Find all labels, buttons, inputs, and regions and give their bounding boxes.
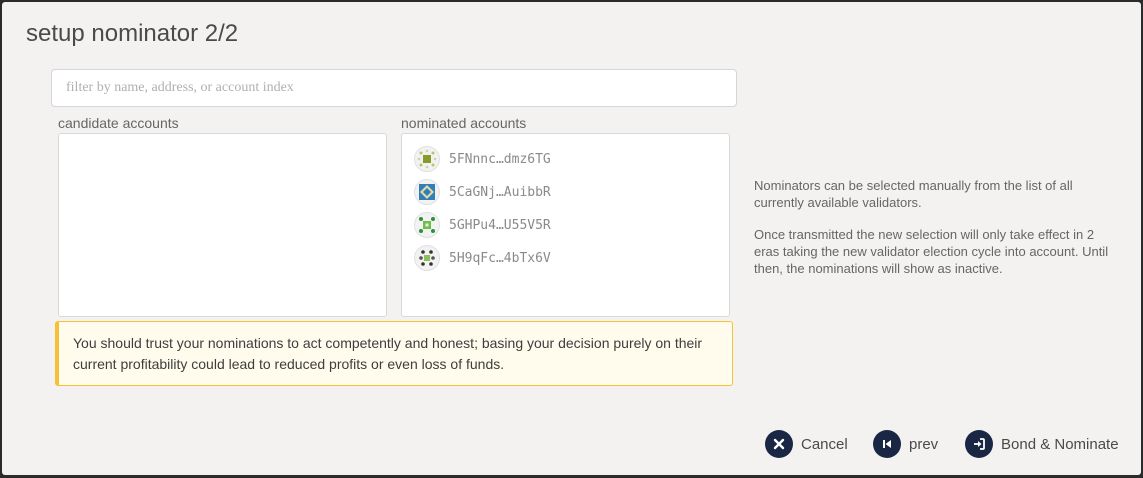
modal-title: setup nominator 2/2 xyxy=(26,20,239,47)
close-icon xyxy=(765,430,793,458)
help-text-selection: Nominators can be selected manually from… xyxy=(754,178,1073,210)
identicon xyxy=(414,212,440,238)
nominated-account-item[interactable]: 5H9qFc…4bTx6V xyxy=(414,244,551,272)
help-text-effect: Once transmitted the new selection will … xyxy=(754,227,1109,276)
nominated-account-item[interactable]: 5FNnnc…dmz6TG xyxy=(414,145,551,173)
identicon xyxy=(414,245,440,271)
cancel-button-label: Cancel xyxy=(801,435,848,453)
filter-input[interactable] xyxy=(51,69,737,107)
modal-dialog: setup nominator 2/2 candidate accounts n… xyxy=(2,2,1141,475)
bond-and-nominate-button[interactable]: Bond & Nominate xyxy=(965,429,1119,459)
cancel-button[interactable]: Cancel xyxy=(765,429,848,459)
nominated-account-item[interactable]: 5GHPu4…U55V5R xyxy=(414,211,551,239)
identicon xyxy=(414,179,440,205)
prev-button[interactable]: prev xyxy=(873,429,938,459)
sign-in-icon xyxy=(965,430,993,458)
prev-button-label: prev xyxy=(909,435,939,453)
candidate-accounts-list[interactable] xyxy=(58,133,387,317)
account-address: 5FNnnc…dmz6TG xyxy=(449,151,551,167)
bond-and-nominate-label: Bond & Nominate xyxy=(1001,435,1119,453)
nominated-account-item[interactable]: 5CaGNj…AuibbR xyxy=(414,178,551,206)
nominated-accounts-list[interactable]: 5FNnnc…dmz6TG 5CaGNj…AuibbR 5GHPu4…U55V5… xyxy=(401,133,730,317)
account-address: 5H9qFc…4bTx6V xyxy=(449,250,551,266)
nominated-accounts-label: nominated accounts xyxy=(401,115,527,131)
account-address: 5CaGNj…AuibbR xyxy=(449,184,551,200)
step-back-icon xyxy=(873,430,901,458)
account-address: 5GHPu4…U55V5R xyxy=(449,217,551,233)
warning-message: You should trust your nominations to act… xyxy=(55,321,733,386)
candidate-accounts-label: candidate accounts xyxy=(58,115,179,131)
identicon xyxy=(414,146,440,172)
